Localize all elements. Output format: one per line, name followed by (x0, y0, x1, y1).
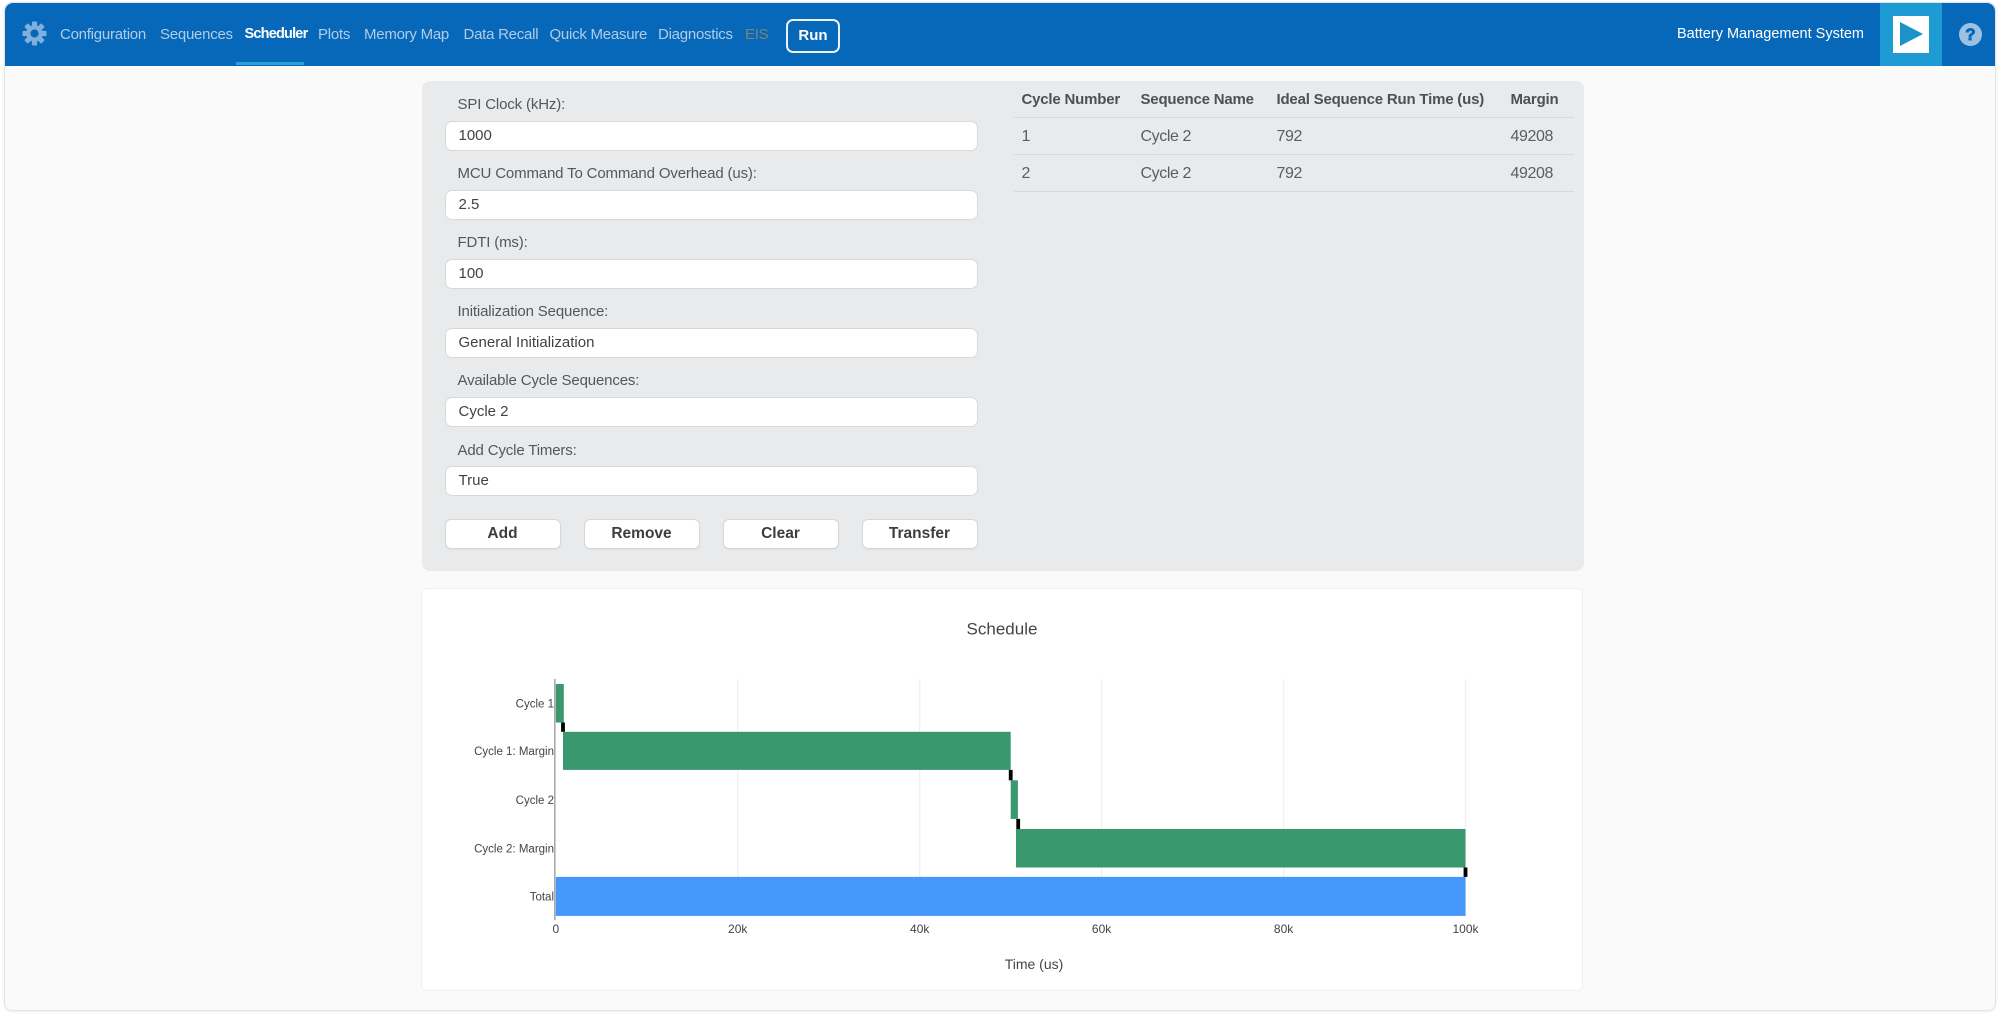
svg-text:20k: 20k (728, 922, 748, 936)
svg-text:Cycle 2: Margin: Cycle 2: Margin (474, 843, 554, 855)
svg-text:60k: 60k (1091, 922, 1111, 936)
svg-text:80k: 80k (1273, 922, 1293, 936)
svg-text:Cycle 2: Cycle 2 (515, 794, 553, 806)
svg-text:Schedule: Schedule (966, 619, 1037, 638)
svg-text:Cycle 1: Margin: Cycle 1: Margin (474, 746, 554, 758)
svg-text:100k: 100k (1452, 922, 1479, 936)
svg-text:Cycle 1: Cycle 1 (515, 698, 553, 710)
svg-text:Time (us): Time (us) (1004, 956, 1063, 972)
svg-text:Total: Total (529, 891, 553, 903)
svg-text:40k: 40k (910, 922, 930, 936)
svg-text:?: ? (1965, 25, 1975, 44)
svg-text:0: 0 (552, 922, 559, 936)
